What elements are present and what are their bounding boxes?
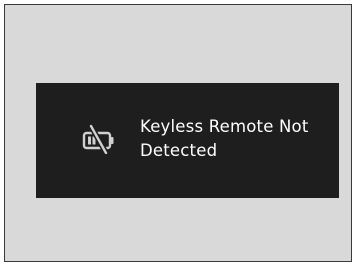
info-display-panel: Keyless Remote Not Detected: [36, 83, 339, 198]
warning-message: Keyless Remote Not Detected: [140, 115, 330, 163]
warning-message-line-1: Keyless Remote Not: [140, 117, 309, 136]
keyless-remote-battery-slash-icon: [82, 124, 114, 154]
warning-message-line-2: Detected: [140, 141, 218, 160]
figure-frame: Keyless Remote Not Detected: [4, 4, 352, 262]
